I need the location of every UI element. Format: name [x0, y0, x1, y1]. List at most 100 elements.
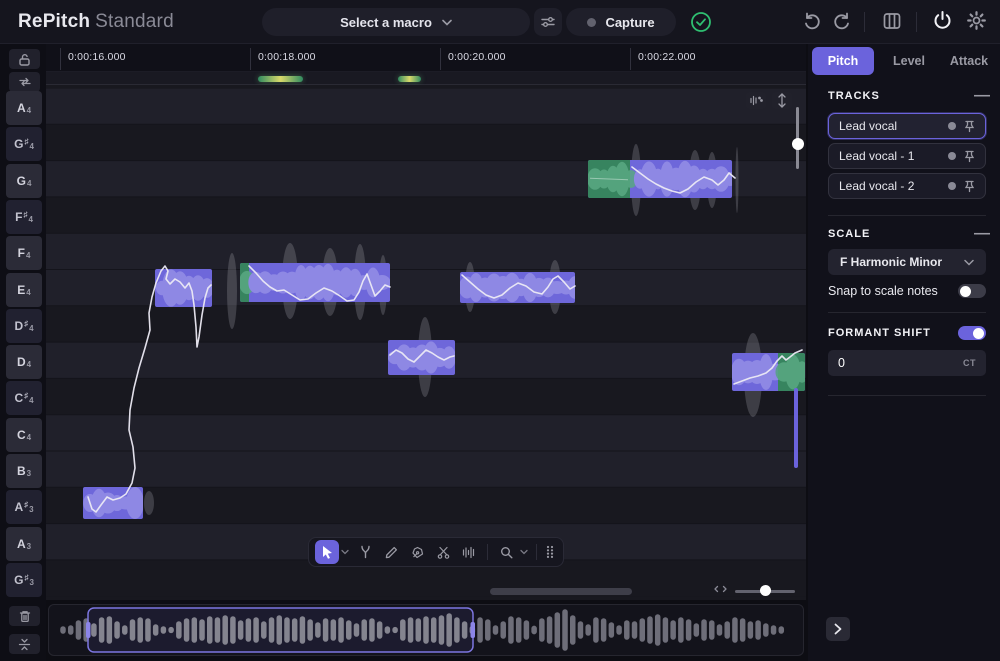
macro-settings-button[interactable]	[534, 8, 562, 36]
zoom-slider-knob[interactable]	[760, 585, 771, 596]
piano-key[interactable]: E4	[6, 272, 42, 307]
piano-key[interactable]: G ♯ 3	[6, 562, 42, 597]
tab-label: Pitch	[827, 54, 859, 68]
piano-key[interactable]: D4	[6, 345, 42, 380]
right-sidebar: Pitch Level Attack TRACKS — Lead vocal Le…	[808, 44, 1000, 661]
chevron-down-icon	[964, 259, 974, 266]
scale-select[interactable]: F Harmonic Minor	[828, 249, 986, 275]
track-row[interactable]: Lead vocal - 1	[828, 143, 986, 169]
lock-button[interactable]	[9, 49, 40, 69]
zoom-tool-button[interactable]	[494, 540, 518, 564]
timeline-ruler[interactable]: 0:00:16.000 0:00:18.000 0:00:20.000 0:00:22…	[46, 44, 806, 72]
sidebar-divider	[828, 395, 986, 396]
pin-icon[interactable]	[964, 120, 975, 133]
collapse-vertical-icon	[18, 638, 31, 651]
timeline-tick	[440, 48, 441, 70]
horizontal-resize-icon	[714, 584, 727, 594]
timeline-tick-label: 0:00:18.000	[258, 51, 316, 63]
pencil-icon	[385, 546, 398, 559]
undo-button[interactable]	[802, 11, 822, 31]
toolbar-divider	[916, 12, 917, 32]
formant-shift-header: FORMANT SHIFT	[828, 327, 931, 339]
formant-shift-unit: CT	[963, 358, 976, 368]
left-rail: A 4 G ♯ 4 G 4 F ♯ 4 F 4 E 4 D ♯ 4 D 4 C ♯ 4 C 4 B 3 A ♯ 3 A 3 G ♯ 3	[0, 44, 46, 661]
redo-button[interactable]	[832, 11, 852, 31]
loop-button[interactable]	[9, 72, 40, 92]
toggle-knob	[973, 327, 984, 339]
tracks-collapse-button[interactable]: —	[974, 87, 990, 105]
vertical-zoom-button[interactable]	[772, 92, 792, 109]
pencil-tool-button[interactable]	[379, 540, 403, 564]
snap-to-scale-toggle[interactable]	[958, 284, 986, 298]
scissors-tool-button[interactable]	[431, 540, 455, 564]
piano-key[interactable]: B3	[6, 454, 42, 488]
timeline-tick	[630, 48, 631, 70]
toolbar-divider	[487, 544, 488, 560]
tab-level[interactable]: Level	[880, 47, 938, 75]
track-row[interactable]: Lead vocal - 2	[828, 173, 986, 199]
split-tool-icon	[359, 545, 372, 559]
toolbar-drag-handle[interactable]	[543, 540, 557, 564]
formant-shift-toggle[interactable]	[958, 326, 986, 340]
pen-tool-button[interactable]	[405, 540, 429, 564]
sidebar-divider	[828, 215, 986, 216]
arrows-up-down-icon	[777, 93, 787, 108]
edit-toolbar	[308, 537, 564, 567]
piano-key[interactable]: F ♯ 4	[6, 199, 42, 234]
track-row[interactable]: Lead vocal	[828, 113, 986, 139]
status-check-button[interactable]	[690, 11, 712, 33]
macro-dropdown[interactable]: Select a macro	[262, 8, 530, 36]
macro-dropdown-label: Select a macro	[340, 14, 432, 30]
correction-marker	[258, 76, 303, 82]
pin-icon[interactable]	[964, 150, 975, 163]
piano-key[interactable]: C4	[6, 417, 42, 452]
piano-key[interactable]: A4	[6, 91, 42, 125]
waveform-overview[interactable]	[48, 604, 804, 656]
pitch-editor-canvas[interactable]	[46, 85, 806, 600]
split-tool-button[interactable]	[353, 540, 377, 564]
timeline-tick-label: 0:00:22.000	[638, 51, 696, 63]
vertical-zoom-slider-knob[interactable]	[791, 138, 804, 150]
collapse-lanes-button[interactable]	[9, 634, 40, 654]
select-tool-options-button[interactable]	[341, 549, 351, 555]
piano-key[interactable]: G4	[6, 163, 42, 198]
piano-key[interactable]: A ♯ 3	[6, 490, 42, 525]
capture-button[interactable]: Capture	[566, 8, 676, 36]
trash-icon	[19, 610, 31, 623]
piano-key[interactable]: G ♯ 4	[6, 127, 42, 162]
sibilance-icon	[749, 95, 763, 106]
timeline-tick	[250, 48, 251, 70]
piano-key[interactable]: F4	[6, 236, 42, 271]
pin-icon[interactable]	[964, 180, 975, 193]
piano-key[interactable]: C ♯ 4	[6, 381, 42, 416]
formant-shift-value: 0	[838, 356, 845, 370]
tab-label: Level	[893, 54, 925, 68]
tab-label: Attack	[949, 54, 989, 68]
scissors-icon	[437, 546, 450, 559]
piano-key[interactable]: D ♯ 4	[6, 308, 42, 343]
zoom-tool-options-button[interactable]	[520, 549, 530, 555]
vertical-scrollbar[interactable]	[794, 388, 798, 468]
sibilance-view-button[interactable]	[746, 92, 766, 109]
scale-collapse-button[interactable]: —	[974, 225, 990, 243]
vibrato-tool-button[interactable]	[457, 540, 481, 564]
formant-shift-input[interactable]: 0 CT	[828, 350, 986, 376]
cursor-icon	[321, 545, 334, 559]
timeline-tick	[60, 48, 61, 70]
tab-attack[interactable]: Attack	[940, 47, 998, 75]
expand-panel-button[interactable]	[826, 617, 850, 641]
sidebar-divider	[828, 312, 986, 313]
horizontal-scrollbar[interactable]	[490, 588, 632, 595]
tab-pitch[interactable]: Pitch	[812, 47, 874, 75]
scale-header: SCALE	[828, 228, 871, 240]
overview-waveform-layer	[60, 607, 785, 653]
settings-button[interactable]	[966, 10, 987, 31]
piano-key[interactable]: A3	[6, 526, 42, 561]
layout-columns-button[interactable]	[882, 11, 902, 31]
check-circle-icon	[690, 11, 712, 33]
track-name: Lead vocal - 1	[839, 149, 915, 163]
pen-nib-icon	[411, 546, 424, 559]
delete-button[interactable]	[9, 606, 40, 626]
select-tool-button[interactable]	[315, 540, 339, 564]
power-button[interactable]	[932, 10, 953, 31]
